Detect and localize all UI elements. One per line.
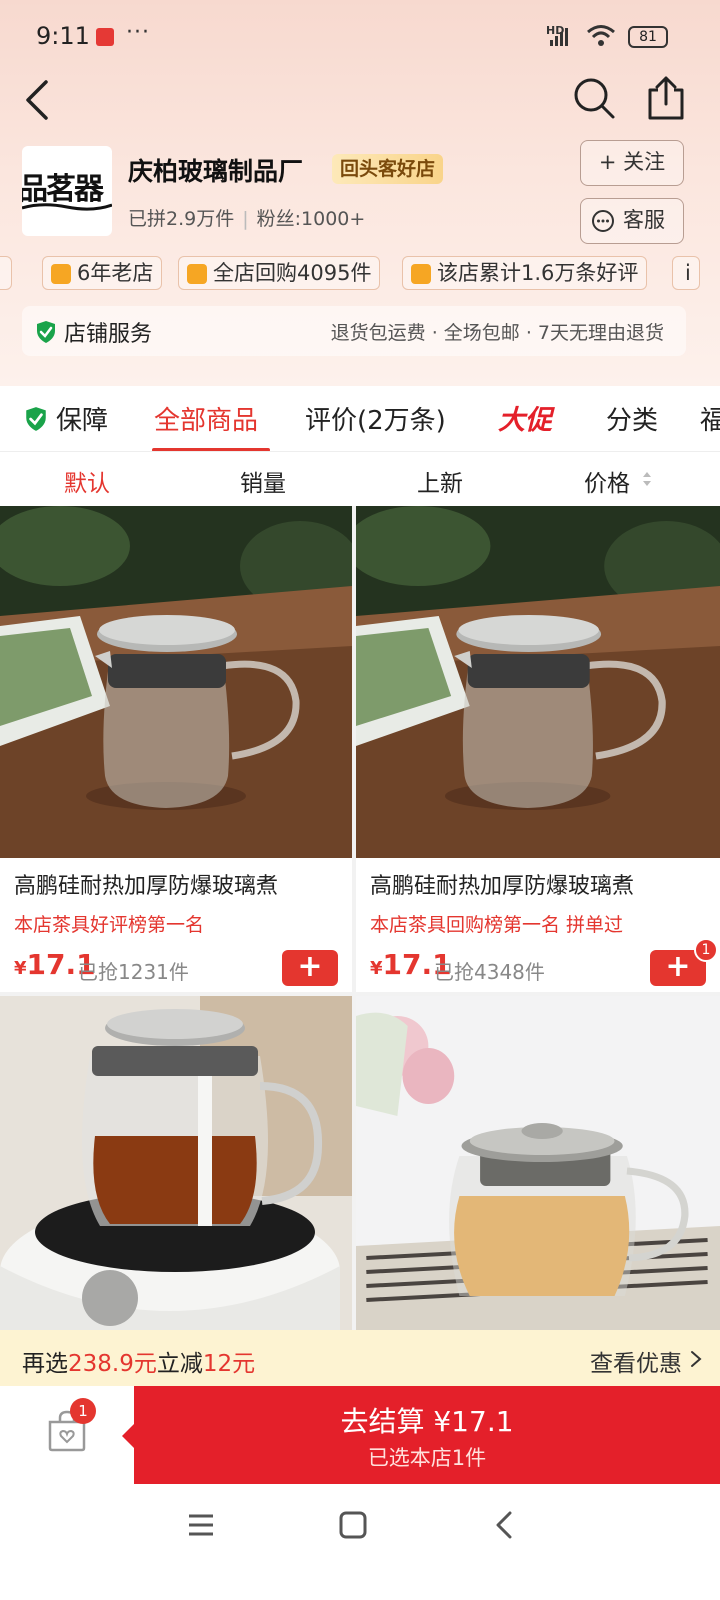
- follow-button[interactable]: + 关注: [580, 140, 684, 186]
- tab-all-products[interactable]: 全部商品: [154, 400, 258, 437]
- cart-count-badge: 1: [694, 938, 718, 962]
- tag-label: 该店累计1.6万条好评: [437, 261, 639, 285]
- tag-label: 6年老店: [77, 261, 154, 285]
- product-image[interactable]: [0, 996, 352, 1336]
- product-sold-count: 已抢1231件: [78, 960, 189, 984]
- more-notifications-icon: ···: [126, 20, 150, 45]
- system-navigation-bar: [0, 1490, 720, 1600]
- product-image[interactable]: [0, 506, 352, 858]
- promo-bar[interactable]: 再选238.9元立减12元 查看优惠: [0, 1330, 720, 1386]
- shop-header-area: 9:11 ··· HD 81 品茗器 庆柏玻璃制品厂 回头客好店 已拼2.9万件…: [0, 0, 720, 386]
- customer-service-button[interactable]: 客服: [580, 198, 684, 244]
- price-currency: ¥: [14, 958, 27, 979]
- status-time: 9:11: [36, 22, 90, 50]
- product-ranking: 本店茶具回购榜第一名 拼单过: [370, 914, 624, 936]
- sort-price[interactable]: 价格: [584, 464, 630, 498]
- tag-label: 全店回购4095件: [213, 261, 372, 285]
- promo-text: 再选238.9元立减12元: [22, 1344, 255, 1378]
- shield-check-icon: [26, 407, 46, 431]
- checkout-main-label: 去结算 ¥17.1: [340, 1405, 514, 1438]
- product-card[interactable]: 高鹏硅耐热加厚防爆玻璃煮 本店茶具好评榜第一名 ¥17.1 已抢1231件 +: [0, 506, 352, 992]
- store-service-desc: 退货包运费 · 全场包邮 · 7天无理由退货: [330, 322, 664, 344]
- promo-amount: 238.9元: [68, 1351, 157, 1377]
- chat-icon: [592, 210, 614, 232]
- shop-stats: 已拼2.9万件 | 粉丝:1000+: [128, 208, 366, 230]
- share-icon[interactable]: [644, 74, 688, 122]
- shield-check-icon: [37, 321, 55, 343]
- cart-badge: 1: [70, 1398, 96, 1424]
- sort-bar: 默认 销量 上新 价格: [0, 452, 720, 506]
- checkout-button[interactable]: 去结算 ¥17.1 已选本店1件: [122, 1386, 720, 1484]
- sort-new[interactable]: 上新: [417, 464, 463, 498]
- tab-reviews[interactable]: 评价(2万条): [305, 400, 446, 437]
- signal-icon: [550, 28, 568, 46]
- tag-partial[interactable]: [0, 256, 12, 290]
- tag-years-store[interactable]: 6年老店: [42, 256, 163, 290]
- shop-fans-count: 粉丝:1000+: [256, 208, 366, 230]
- checkout-sub-label: 已选本店1件: [367, 1446, 487, 1470]
- add-to-cart-button[interactable]: +: [282, 950, 338, 986]
- shop-logo[interactable]: 品茗器: [22, 146, 112, 236]
- promo-prefix: 再选: [22, 1351, 68, 1377]
- product-sold-count: 已抢4348件: [434, 960, 545, 984]
- tag-repurchase[interactable]: 全店回购4095件: [178, 256, 381, 290]
- tab-more[interactable]: 福: [700, 400, 720, 437]
- shop-tabs: 保障 全部商品 评价(2万条) 大促 分类 福: [0, 386, 720, 452]
- price-currency: ¥: [370, 958, 383, 979]
- customer-service-label: 客服: [623, 208, 665, 232]
- tag-label: i: [685, 261, 691, 285]
- chevron-right-icon: [691, 1351, 702, 1367]
- shop-tags-row: 6年老店 全店回购4095件 该店累计1.6万条好评 i: [0, 256, 720, 292]
- home-icon[interactable]: [338, 1510, 368, 1540]
- menu-icon[interactable]: [186, 1510, 216, 1540]
- tag-more[interactable]: i: [672, 256, 700, 290]
- store-icon: [51, 264, 71, 284]
- tab-promo[interactable]: 大促: [498, 398, 552, 437]
- product-ranking: 本店茶具好评榜第一名: [14, 914, 205, 936]
- sort-sales[interactable]: 销量: [240, 464, 286, 498]
- store-service-bar[interactable]: 店铺服务 退货包运费 · 全场包邮 · 7天无理由退货: [22, 306, 686, 356]
- tab-guarantee-label: 保障: [56, 406, 109, 436]
- notification-app-icon: [96, 28, 114, 46]
- status-bar: 9:11 ··· HD 81: [0, 18, 720, 58]
- product-title: 高鹏硅耐热加厚防爆玻璃煮: [370, 874, 635, 899]
- search-icon[interactable]: [572, 76, 616, 120]
- product-card[interactable]: [356, 996, 720, 1336]
- battery-icon: 81: [628, 26, 668, 48]
- repeat-customer-badge[interactable]: 回头客好店: [332, 154, 444, 184]
- shop-sold-count: 已拼2.9万件: [128, 208, 235, 230]
- tab-category[interactable]: 分类: [606, 400, 658, 437]
- back-icon[interactable]: [20, 78, 60, 122]
- product-grid: 高鹏硅耐热加厚防爆玻璃煮 本店茶具好评榜第一名 ¥17.1 已抢1231件 +: [0, 506, 720, 1336]
- product-card[interactable]: 高鹏硅耐热加厚防爆玻璃煮 本店茶具回购榜第一名 拼单过 ¥17.1 已抢4348…: [356, 506, 720, 992]
- thumbs-up-icon: [411, 264, 431, 284]
- tab-guarantee[interactable]: 保障: [24, 400, 108, 437]
- promo-discount: 12元: [202, 1351, 256, 1377]
- product-title: 高鹏硅耐热加厚防爆玻璃煮: [14, 874, 279, 899]
- logo-wave-graphic: [22, 203, 112, 211]
- sort-default[interactable]: 默认: [64, 464, 110, 498]
- shop-name[interactable]: 庆柏玻璃制品厂: [128, 152, 303, 188]
- store-service-title: 店铺服务: [64, 322, 153, 347]
- promo-mid: 立减: [156, 1351, 203, 1377]
- wifi-icon: [587, 25, 615, 46]
- back-nav-icon[interactable]: [490, 1510, 520, 1540]
- view-offers-link[interactable]: 查看优惠: [590, 1344, 682, 1378]
- checkout-bar: 1 去结算 ¥17.1 已选本店1件: [0, 1386, 720, 1486]
- tag-reviews[interactable]: 该店累计1.6万条好评: [402, 256, 648, 290]
- product-image[interactable]: [356, 506, 720, 858]
- sort-arrows-icon: [643, 472, 651, 486]
- product-image[interactable]: [356, 996, 720, 1336]
- product-card[interactable]: [0, 996, 352, 1336]
- cart-icon: [187, 264, 207, 284]
